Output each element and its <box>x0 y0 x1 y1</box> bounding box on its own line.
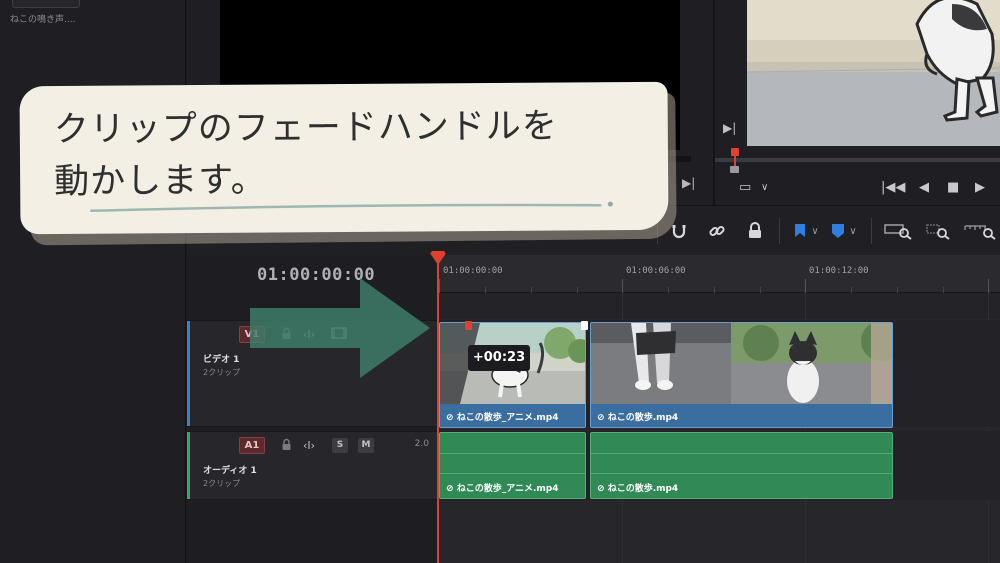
lock-icon[interactable] <box>281 438 292 455</box>
video-clip-2[interactable]: ⊘ ねこの散歩.mp4 <box>590 322 893 428</box>
audio-track-clip-count: 2クリップ <box>203 479 241 488</box>
fade-in-handle[interactable] <box>465 321 472 330</box>
go-to-end-icon[interactable]: ▶| <box>723 121 736 135</box>
audio-clip-1-label: ⊘ ねこの散歩_アニメ.mp4 <box>446 484 559 494</box>
video-clip-1[interactable]: ⊘ ねこの散歩_アニメ.mp4 <box>439 322 586 428</box>
program-viewer: ▶| ▭ ∨ |◀◀ ◀ ■ ▶ <box>715 0 1000 205</box>
stop-icon[interactable]: ■ <box>947 180 959 196</box>
toolbar-divider <box>779 218 780 244</box>
timeline-ruler-strip <box>439 293 1000 319</box>
toolbar-divider <box>871 218 872 244</box>
chevron-down-icon[interactable]: ∨ <box>761 180 768 196</box>
timeline-playhead-cap <box>431 251 445 256</box>
audio-track-volume: 2.0 <box>414 439 429 449</box>
video-track-clip-count: 2クリップ <box>203 368 241 377</box>
caption-text: クリップのフェードハンドルを 動かします。 <box>53 106 558 203</box>
solo-button[interactable]: S <box>332 438 348 453</box>
flag-icon[interactable] <box>791 220 809 242</box>
clip-thumbnail <box>591 323 892 404</box>
viewer-size-icon[interactable]: ▭ <box>739 180 751 196</box>
media-pool-clip-name[interactable]: ねこの鳴き声.... <box>10 12 75 25</box>
mute-button[interactable]: M <box>358 438 374 453</box>
zoom-detail-icon[interactable] <box>923 220 953 242</box>
timeline: 01:00:00:00 01:00:00:00 01:00:06:00 01:0… <box>187 255 1000 563</box>
timeline-timecode[interactable]: 01:00:00:00 <box>257 265 375 285</box>
ruler-label: 01:00:00:00 <box>443 266 503 276</box>
video-track-name[interactable]: ビデオ 1 <box>203 352 239 365</box>
link-icon[interactable] <box>705 220 729 242</box>
track-id-a1[interactable]: A1 <box>239 437 265 454</box>
auto-track-select-icon[interactable]: ‹I› <box>303 327 315 342</box>
lock-icon[interactable] <box>281 327 292 344</box>
timeline-playhead-line[interactable] <box>437 262 439 563</box>
audio-clip-2-label: ⊘ ねこの散歩.mp4 <box>597 484 679 494</box>
track-id-v1[interactable]: V1 <box>239 326 265 343</box>
chevron-down-icon[interactable]: ∨ <box>809 220 821 242</box>
program-scrub-knob[interactable] <box>730 166 739 173</box>
fade-offset-tooltip: +00:23 <box>468 345 530 371</box>
audio-clip-2[interactable]: ⊘ ねこの散歩.mp4 <box>590 432 893 499</box>
audio-track-header[interactable]: A1 ‹I› S M 2.0 オーディオ 1 2クリップ <box>187 431 439 500</box>
ruler-label: 01:00:12:00 <box>809 266 869 276</box>
audio-track-name[interactable]: オーディオ 1 <box>203 463 257 476</box>
video-clip-2-label: ⊘ ねこの散歩.mp4 <box>597 413 679 423</box>
lock-icon[interactable] <box>743 220 767 242</box>
media-pool-thumbnail[interactable] <box>12 0 80 8</box>
audio-clip-1[interactable]: ⊘ ねこの散歩_アニメ.mp4 <box>439 432 586 499</box>
caption-underline-decoration <box>90 201 613 213</box>
program-playhead-line <box>734 152 736 166</box>
play-icon[interactable]: ▶ <box>975 180 985 196</box>
go-to-end-icon[interactable]: ▶| <box>682 176 695 190</box>
ruler-label: 01:00:06:00 <box>626 266 686 276</box>
cat-frame-illustration <box>747 0 1000 146</box>
video-track-header[interactable]: V1 ‹I› ビデオ 1 2クリップ <box>187 320 439 427</box>
zoom-full-icon[interactable] <box>883 220 913 242</box>
fade-out-handle[interactable] <box>581 321 588 330</box>
program-scrub-bar[interactable] <box>715 158 1000 162</box>
play-reverse-icon[interactable]: ◀ <box>919 180 929 196</box>
go-to-start-icon[interactable]: |◀◀ <box>881 180 905 196</box>
marker-icon[interactable] <box>829 220 847 242</box>
tutorial-caption: クリップのフェードハンドルを 動かします。 <box>19 81 669 235</box>
timeline-ruler[interactable]: 01:00:00:00 01:00:06:00 01:00:12:00 <box>439 255 1000 293</box>
auto-track-select-icon[interactable]: ‹I› <box>303 438 315 453</box>
chevron-down-icon[interactable]: ∨ <box>847 220 859 242</box>
video-clip-1-label: ⊘ ねこの散歩_アニメ.mp4 <box>446 413 559 423</box>
video-enable-icon[interactable] <box>331 327 347 343</box>
zoom-custom-icon[interactable] <box>963 220 997 242</box>
program-viewer-frame[interactable] <box>747 0 1000 146</box>
